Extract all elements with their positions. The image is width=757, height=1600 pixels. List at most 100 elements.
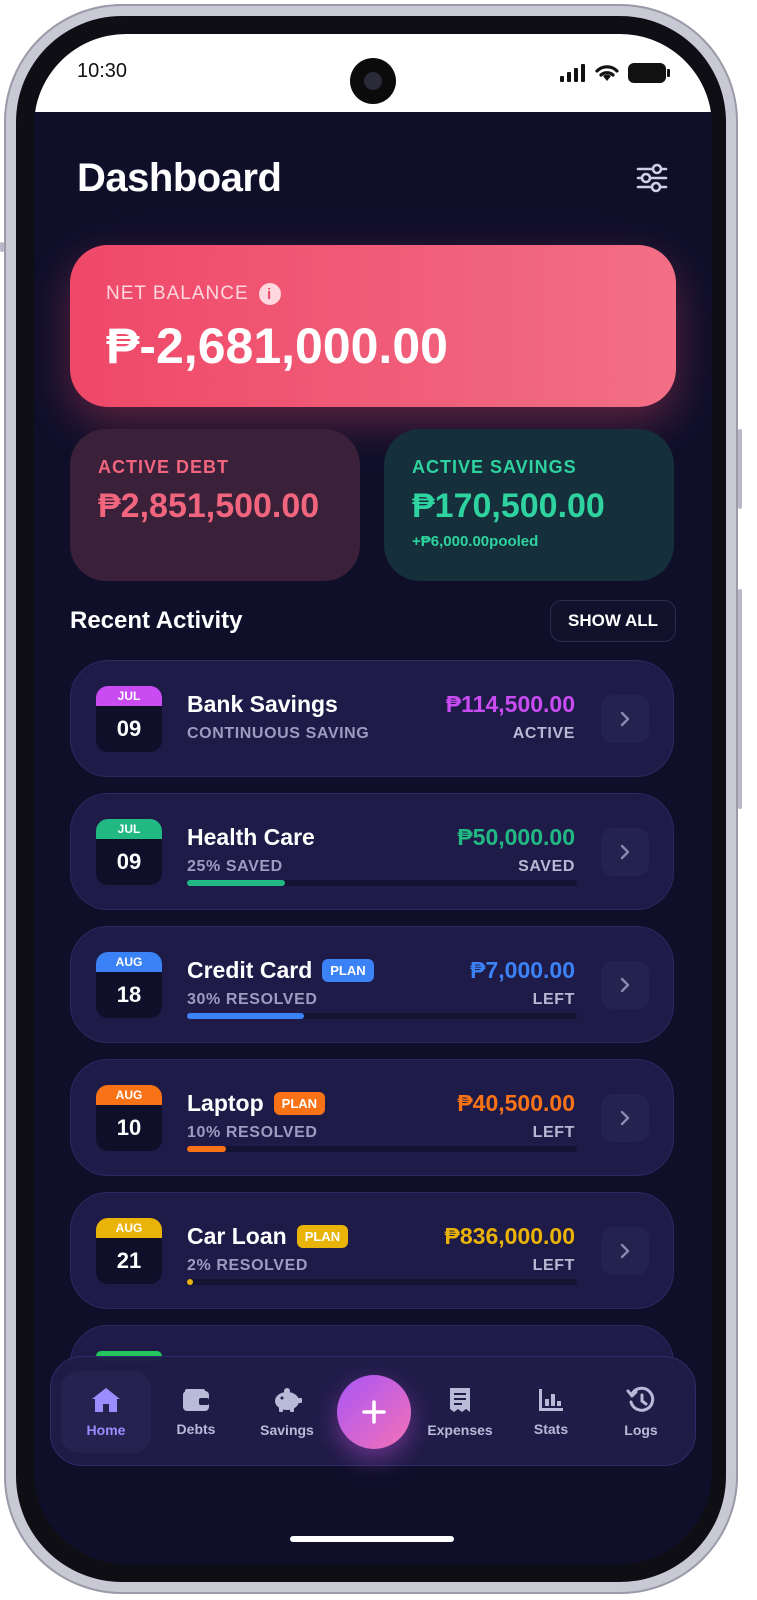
add-button[interactable]: [337, 1375, 411, 1449]
recent-activity-title: Recent Activity: [70, 607, 243, 634]
active-savings-label: ACTIVE SAVINGS: [412, 457, 577, 477]
activity-name-row: Car Loan PLAN: [187, 1223, 349, 1250]
activity-list: JUL 09 Bank Savings CONTINUOUS SAVING ₱1…: [70, 660, 674, 1458]
nav-label: Debts: [176, 1421, 216, 1437]
activity-name-row: Health Care: [187, 824, 315, 851]
activity-subtitle: 10% RESOLVED: [187, 1124, 318, 1141]
plan-badge: PLAN: [322, 959, 374, 982]
open-item-button[interactable]: [601, 695, 649, 743]
activity-name: Laptop: [187, 1090, 264, 1116]
date-day: 09: [116, 849, 142, 874]
activity-status: SAVED: [518, 858, 575, 875]
nav-label: Savings: [260, 1422, 314, 1438]
plan-badge: PLAN: [296, 1225, 349, 1248]
activity-item[interactable]: AUG 21 Car Loan PLAN 2% RESOLVED ₱836,00…: [70, 1192, 674, 1309]
plus-icon: [362, 1400, 386, 1424]
progress-fill: [187, 880, 285, 886]
front-camera: [350, 58, 396, 104]
activity-name-row: Credit Card PLAN: [187, 957, 374, 984]
wifi-icon: [595, 65, 619, 81]
battery-icon: [628, 63, 670, 83]
net-balance-card[interactable]: NET BALANCE i ₱-2,681,000.00: [70, 245, 676, 407]
active-debt-card[interactable]: ACTIVE DEBT ₱2,851,500.00: [70, 429, 360, 581]
activity-amount: ₱7,000.00: [470, 957, 575, 983]
active-debt-value: ₱2,851,500.00: [98, 487, 320, 525]
activity-item[interactable]: AUG 10 Laptop PLAN 10% RESOLVED ₱40,500.…: [70, 1059, 674, 1176]
nav-item-logs[interactable]: Logs: [596, 1371, 686, 1453]
activity-status: ACTIVE: [512, 725, 575, 742]
active-savings-card[interactable]: ACTIVE SAVINGS ₱170,500.00 +₱6,000.00poo…: [384, 429, 674, 581]
filter-button[interactable]: [634, 160, 670, 196]
date-day: 10: [116, 1115, 142, 1140]
nav-label: Home: [86, 1422, 126, 1438]
nav-label: Stats: [533, 1421, 569, 1437]
signal-icon: [560, 64, 585, 82]
chevron-right-icon: [620, 711, 630, 727]
sliders-icon: [636, 163, 668, 193]
active-debt-label: ACTIVE DEBT: [98, 457, 230, 477]
nav-item-savings[interactable]: Savings: [242, 1371, 332, 1453]
chevron-right-icon: [620, 844, 630, 860]
activity-status: LEFT: [532, 1124, 575, 1141]
wallet-icon: [183, 1389, 209, 1411]
activity-status: LEFT: [532, 991, 575, 1008]
activity-item[interactable]: AUG 18 Credit Card PLAN 30% RESOLVED ₱7,…: [70, 926, 674, 1043]
progress-bar: [187, 880, 577, 886]
status-bar: 10:30: [34, 34, 712, 112]
date-month: AUG: [96, 952, 162, 972]
chevron-right-icon: [620, 977, 630, 993]
bottom-nav: Home Debts Savings Expenses Stats Logs: [50, 1356, 696, 1466]
activity-amount: ₱836,000.00: [444, 1223, 575, 1249]
open-item-button[interactable]: [601, 1094, 649, 1142]
activity-status: LEFT: [532, 1257, 575, 1274]
nav-item-home[interactable]: Home: [61, 1371, 151, 1453]
status-time: 10:30: [77, 60, 128, 82]
net-balance-label: NET BALANCE: [106, 283, 249, 304]
activity-name: Credit Card: [187, 957, 313, 983]
date-badge: JUL 09: [96, 819, 162, 885]
net-balance-label-row: NET BALANCE i: [106, 283, 281, 305]
pooled-savings-text: +₱6,000.00pooled: [412, 533, 539, 550]
activity-name: Health Care: [187, 824, 315, 850]
nav-item-debts[interactable]: Debts: [151, 1371, 241, 1453]
activity-item[interactable]: JUL 09 Bank Savings CONTINUOUS SAVING ₱1…: [70, 660, 674, 777]
show-all-button[interactable]: SHOW ALL: [550, 600, 676, 642]
progress-fill: [187, 1279, 193, 1285]
progress-bar: [187, 1013, 577, 1019]
nav-item-stats[interactable]: Stats: [506, 1371, 596, 1453]
date-day: 09: [116, 716, 142, 741]
activity-subtitle: 30% RESOLVED: [187, 991, 318, 1008]
activity-name-row: Bank Savings: [187, 691, 338, 718]
date-day: 21: [116, 1248, 142, 1273]
activity-subtitle: 25% SAVED: [187, 858, 283, 875]
date-day: 18: [116, 982, 142, 1007]
date-badge: AUG 10: [96, 1085, 162, 1151]
receipt-icon: [450, 1388, 470, 1412]
date-badge: AUG 18: [96, 952, 162, 1018]
bar-chart-icon: [539, 1389, 563, 1411]
phone-frame: 10:30 Dashboard NET BALANCE i ₱-2,681,00…: [0, 4, 742, 1594]
date-badge: AUG 21: [96, 1218, 162, 1284]
chevron-right-icon: [620, 1243, 630, 1259]
screen: 10:30 Dashboard NET BALANCE i ₱-2,681,00…: [34, 34, 712, 1564]
volume-button: [738, 429, 742, 509]
chevron-right-icon: [620, 1110, 630, 1126]
date-month: AUG: [96, 1085, 162, 1105]
net-balance-value: ₱-2,681,000.00: [106, 318, 448, 374]
open-item-button[interactable]: [601, 1227, 649, 1275]
plan-badge: PLAN: [273, 1092, 326, 1115]
open-item-button[interactable]: [601, 961, 649, 1009]
history-icon: [626, 1386, 655, 1412]
active-savings-value: ₱170,500.00: [412, 487, 605, 525]
date-month: JUL: [96, 819, 162, 839]
activity-amount: ₱50,000.00: [457, 824, 575, 850]
home-indicator: [290, 1536, 454, 1542]
info-icon[interactable]: i: [258, 283, 281, 305]
nav-item-expenses[interactable]: Expenses: [415, 1371, 505, 1453]
date-badge: JUL 09: [96, 686, 162, 752]
activity-subtitle: 2% RESOLVED: [187, 1257, 308, 1274]
activity-item[interactable]: JUL 09 Health Care 25% SAVED ₱50,000.00 …: [70, 793, 674, 910]
progress-fill: [187, 1146, 226, 1152]
open-item-button[interactable]: [601, 828, 649, 876]
date-month: JUL: [96, 686, 162, 706]
